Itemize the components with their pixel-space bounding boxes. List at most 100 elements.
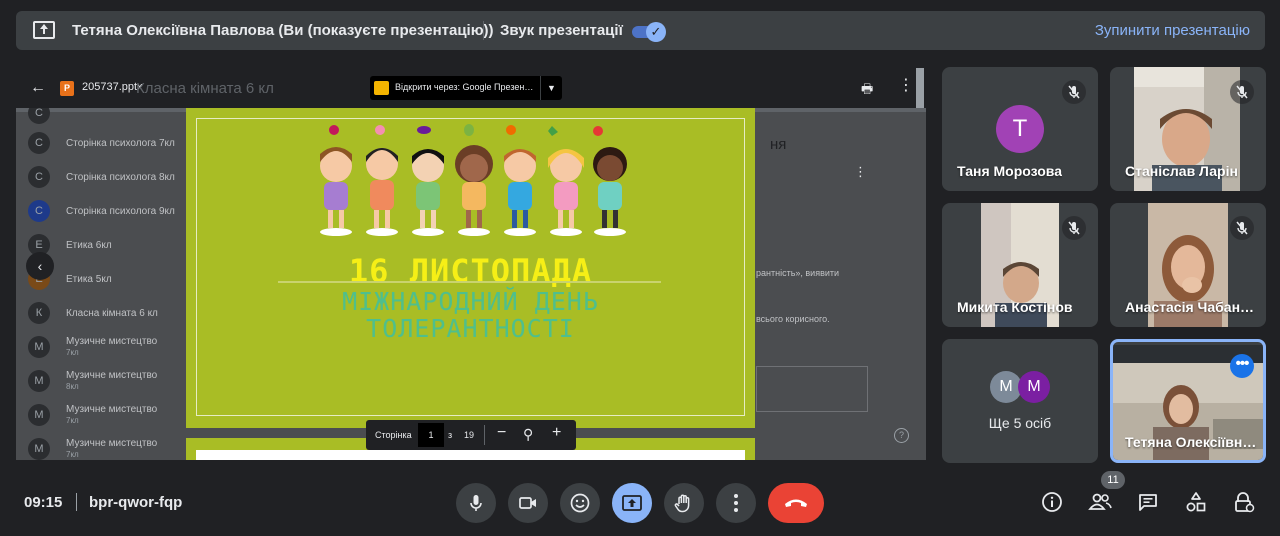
avatar: М xyxy=(1018,371,1050,403)
mic-off-icon xyxy=(1230,80,1254,104)
background-input-box xyxy=(756,366,868,412)
children-holding-hands-illustration xyxy=(320,124,627,236)
participant-name: Тетяна Олексіївна Павлова xyxy=(1125,434,1260,450)
activities-button[interactable] xyxy=(1180,486,1212,518)
list-item-label: Музичне мистецтво 8кл xyxy=(66,370,157,392)
file-viewer-toolbar: ← P 205737.pptx Класна кімната 6 кл Відк… xyxy=(16,68,926,108)
slide-subtitle: МІЖНАРОДНИЙ ДЕНЬ ТОЛЕРАНТНОСТІ xyxy=(186,288,755,342)
emoji-icon xyxy=(570,493,590,513)
slide-subtitle-line-2: ТОЛЕРАНТНОСТІ xyxy=(366,314,575,343)
mic-button[interactable] xyxy=(456,483,496,523)
list-item: М Музичне мистецтво 7кл xyxy=(28,332,157,362)
list-item-label: Сторінка психолога 7кл xyxy=(66,137,175,149)
open-with-label: Відкрити через: Google Презен… xyxy=(395,82,534,92)
stop-presenting-button[interactable]: Зупинити презентацію xyxy=(1095,22,1250,39)
page-of-label: з xyxy=(448,430,453,440)
slide-headline: 16 ЛИСТОПАДА xyxy=(348,252,593,290)
list-item: С Сторінка психолога 9кл xyxy=(28,196,175,226)
reactions-button[interactable] xyxy=(560,483,600,523)
list-item-label: Етика 6кл xyxy=(66,239,112,251)
pager-divider xyxy=(484,425,485,445)
slide-divider xyxy=(278,281,661,283)
meeting-code: bpr-qwor-fqp xyxy=(89,494,183,511)
participant-tile[interactable]: Т Таня Морозова xyxy=(942,67,1098,191)
back-arrow-icon[interactable]: ← xyxy=(30,79,46,97)
participant-count-badge: 11 xyxy=(1101,471,1125,489)
chevron-left-icon[interactable]: ‹ xyxy=(26,252,54,280)
more-options-icon[interactable]: ••• xyxy=(1230,354,1254,378)
presentation-sound-toggle[interactable]: ✓ xyxy=(630,22,668,42)
host-controls-button[interactable] xyxy=(1228,486,1260,518)
print-icon[interactable]: 🖶 xyxy=(861,80,873,102)
zoom-out-icon[interactable]: − xyxy=(497,424,506,442)
clock: 09:15 xyxy=(24,494,63,511)
people-icon xyxy=(1088,493,1112,510)
mic-off-icon xyxy=(1230,216,1254,240)
raise-hand-button[interactable] xyxy=(664,483,704,523)
participant-name: Таня Морозова xyxy=(957,163,1063,179)
participant-name: Станіслав Ларін xyxy=(1125,163,1238,179)
avatar: К xyxy=(28,302,50,324)
more-options-button[interactable] xyxy=(716,483,756,523)
raise-hand-icon xyxy=(674,494,690,513)
zoom-icon[interactable]: ⚲ xyxy=(523,426,533,443)
presentation-sound-label: Звук презентації xyxy=(500,22,623,39)
meeting-controls-bar: 09:15 bpr-qwor-fqp xyxy=(0,466,1280,536)
next-slide-content xyxy=(196,450,745,460)
list-item-label: Музичне мистецтво 7кл xyxy=(66,438,157,460)
participant-tile[interactable]: Микита Костінов xyxy=(942,203,1098,327)
participant-tile[interactable]: Станіслав Ларін xyxy=(1110,67,1266,191)
page-number-input[interactable]: 1 xyxy=(418,423,444,447)
more-participants-tile[interactable]: М М Ще 5 осіб xyxy=(942,339,1098,463)
list-item: М Музичне мистецтво 8кл xyxy=(28,366,157,396)
people-button[interactable] xyxy=(1084,486,1116,518)
list-item-sub: 7кл xyxy=(66,416,79,425)
more-icon xyxy=(734,494,738,512)
google-slides-icon xyxy=(374,81,389,95)
participant-tile[interactable]: Анастасія Чабаненко xyxy=(1110,203,1266,327)
chat-button[interactable] xyxy=(1132,486,1164,518)
present-icon xyxy=(622,495,642,511)
participant-name: Микита Костінов xyxy=(957,299,1073,315)
list-item-label: Сторінка психолога 8кл xyxy=(66,171,175,183)
host-controls-icon xyxy=(1235,492,1255,513)
bottom-divider xyxy=(76,493,77,511)
list-item-label: Музичне мистецтво 7кл xyxy=(66,404,157,426)
mic-off-icon xyxy=(1062,216,1086,240)
more-vert-icon[interactable]: ⋮ xyxy=(898,78,914,94)
mic-icon xyxy=(470,495,482,511)
fruit-icons xyxy=(329,124,603,136)
avatar: М xyxy=(28,404,50,426)
meeting-details-button[interactable] xyxy=(1036,486,1068,518)
list-item-sub: 8кл xyxy=(66,382,79,391)
list-item-title: Музичне мистецтво xyxy=(66,336,158,347)
camera-button[interactable] xyxy=(508,483,548,523)
activities-icon xyxy=(1186,492,1206,512)
participant-name: Анастасія Чабаненко xyxy=(1125,299,1260,315)
banner-divider xyxy=(483,21,484,40)
open-with-button[interactable]: Відкрити через: Google Презен… ▼ xyxy=(370,76,562,100)
camera-icon xyxy=(519,497,536,509)
background-text-fragment: рантність», виявити xyxy=(756,268,840,278)
avatar: С xyxy=(28,200,50,222)
scrollbar[interactable] xyxy=(916,68,924,108)
list-item-label: Етика 5кл xyxy=(66,273,112,285)
info-icon xyxy=(1042,492,1062,512)
list-item-sub: 7кл xyxy=(66,450,79,459)
leave-call-button[interactable] xyxy=(768,483,824,523)
list-item: К Класна кімната 6 кл xyxy=(28,298,158,328)
present-now-button[interactable] xyxy=(612,483,652,523)
avatar: М xyxy=(28,438,50,460)
chevron-down-icon[interactable]: ▼ xyxy=(540,76,562,100)
background-text-fragment: всього корисного. xyxy=(756,314,830,324)
self-participant-tile[interactable]: ••• Тетяна Олексіївна Павлова xyxy=(1110,339,1266,463)
zoom-in-icon[interactable]: + xyxy=(552,424,561,442)
presentation-slide: 16 ЛИСТОПАДА МІЖНАРОДНИЙ ДЕНЬ ТОЛЕРАНТНО… xyxy=(186,108,755,428)
list-item: М Музичне мистецтво 7кл xyxy=(28,400,157,430)
avatar: Т xyxy=(996,105,1044,153)
list-item-title: Музичне мистецтво xyxy=(66,370,158,381)
powerpoint-file-icon: P xyxy=(60,81,74,96)
avatar: М xyxy=(28,370,50,392)
slide-subtitle-line-1: МІЖНАРОДНИЙ ДЕНЬ xyxy=(342,287,599,316)
list-item-label: Музичне мистецтво 7кл xyxy=(66,336,157,358)
